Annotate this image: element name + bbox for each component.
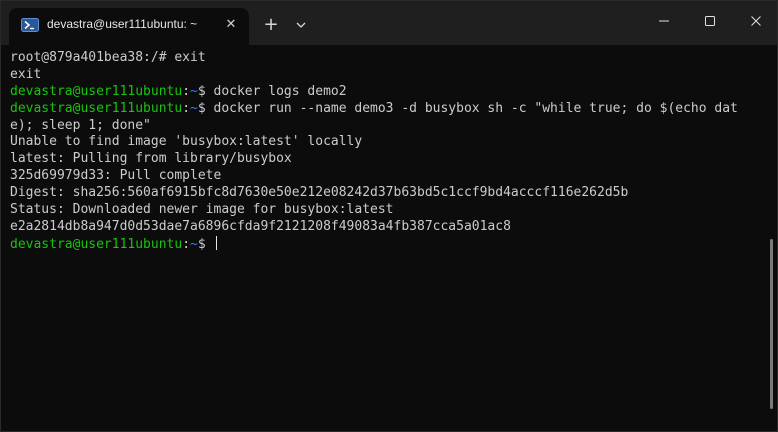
minimize-button[interactable]: [641, 1, 687, 41]
prompt-path: ~: [190, 83, 198, 99]
output-line: 325d69979d33: Pull complete: [10, 168, 222, 184]
tab-dropdown-button[interactable]: [290, 14, 312, 36]
chevron-down-icon: [296, 22, 306, 28]
prompt-path: ~: [190, 236, 198, 252]
terminal-window: devastra@user111ubuntu: ~ ✕ + root@879a4…: [0, 0, 778, 432]
text-cursor: [215, 235, 217, 250]
maximize-icon: [705, 16, 715, 26]
prompt-separator: :: [182, 83, 191, 99]
prompt-path: ~: [190, 100, 198, 116]
prompt-line: devastra@user111ubuntu:~$ docker run --n…: [10, 101, 766, 118]
minimize-icon: [659, 20, 669, 22]
prompt-user: devastra@user111ubuntu: [10, 100, 183, 116]
output-line: root@879a401bea38:/# exit: [10, 50, 206, 65]
command-text: $ docker logs demo2: [197, 83, 347, 99]
prompt-separator: :: [182, 100, 191, 116]
output-line: Unable to find image 'busybox:latest' lo…: [10, 134, 363, 150]
output-line: latest: Pulling from library/busybox: [10, 151, 292, 167]
tab-terminal[interactable]: devastra@user111ubuntu: ~ ✕: [9, 8, 249, 45]
command-text: $: [197, 236, 214, 252]
maximize-button[interactable]: [687, 1, 733, 41]
prompt-line: devastra@user111ubuntu:~$: [10, 235, 766, 253]
close-window-button[interactable]: [733, 1, 777, 41]
new-tab-button[interactable]: +: [260, 14, 282, 36]
output-line: Digest: sha256:560af6915bfc8d7630e50e212…: [10, 185, 629, 201]
command-text: $ docker run --name demo3 -d busybox sh …: [197, 100, 738, 116]
scrollbar[interactable]: [770, 239, 773, 409]
prompt-user: devastra@user111ubuntu: [10, 236, 183, 252]
powershell-icon: [21, 18, 39, 32]
close-icon: [751, 16, 761, 26]
title-bar: devastra@user111ubuntu: ~ ✕ +: [1, 1, 777, 45]
tab-close-icon[interactable]: ✕: [223, 17, 239, 33]
prompt-line: devastra@user111ubuntu:~$ docker logs de…: [10, 84, 766, 101]
prompt-separator: :: [182, 236, 191, 252]
tab-title: devastra@user111ubuntu: ~: [47, 17, 198, 31]
output-line: e); sleep 1; done": [10, 117, 151, 133]
prompt-user: devastra@user111ubuntu: [10, 83, 183, 99]
output-line: e2a2814db8a947d0d53dae7a6896cfda9f212120…: [10, 218, 511, 234]
terminal-output[interactable]: root@879a401bea38:/# exit exit devastra@us…: [10, 50, 766, 253]
output-line: Status: Downloaded newer image for busyb…: [10, 202, 394, 218]
output-line: exit: [10, 66, 42, 82]
